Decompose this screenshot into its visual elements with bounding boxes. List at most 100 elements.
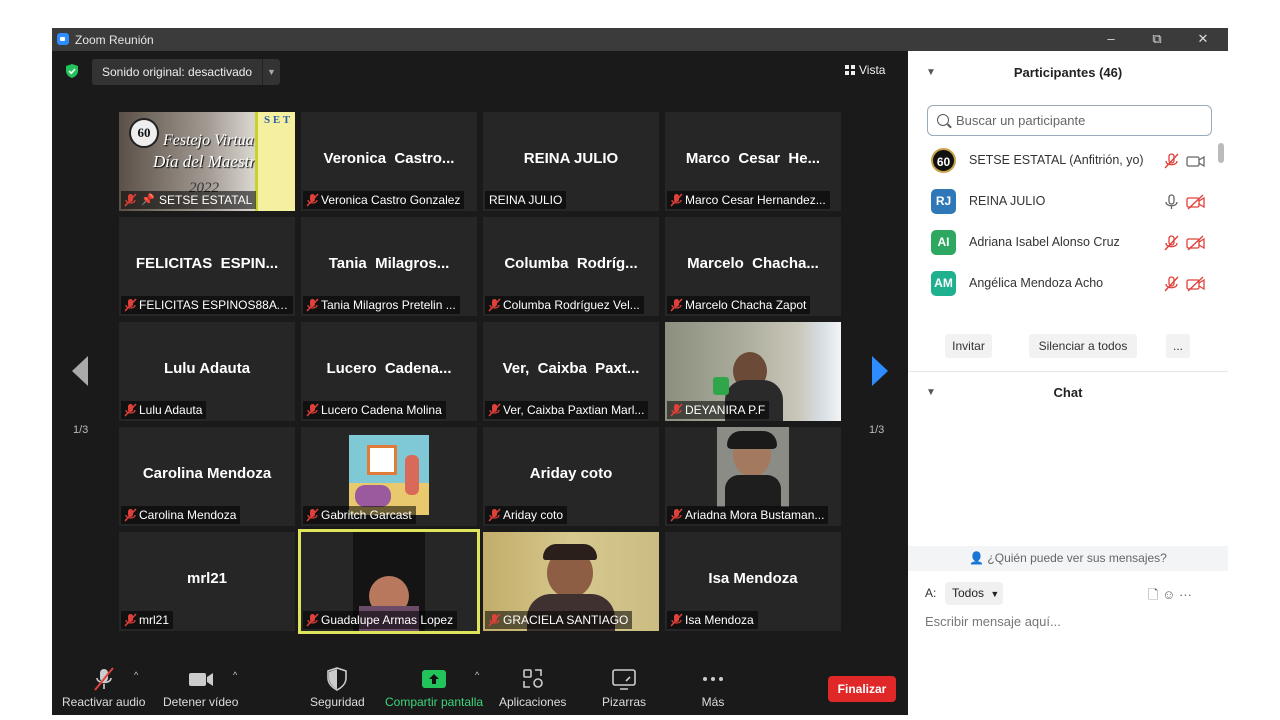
tile-label-text: GRACIELA SANTIAGO [503,613,629,627]
minimize-button[interactable]: – [1096,30,1126,48]
share-screen-button[interactable]: Compartir pantalla [385,666,483,709]
stop-video-button[interactable]: Detener vídeo [163,666,238,709]
view-button[interactable]: Vista [845,63,885,77]
muted-microphone-icon [93,667,114,691]
participant-tile[interactable]: Lulu Adauta Lulu Adauta [119,322,295,421]
participant-tile[interactable]: mrl21 mrl21 [119,532,295,631]
participants-header[interactable]: ▼ Participantes (46) [908,53,1228,93]
participant-tile[interactable]: Ariday coto Ariday coto [483,427,659,526]
tile-name-label: Guadalupe Armas Lopez [303,611,458,629]
whiteboards-button[interactable]: Pizarras [602,666,646,709]
participant-tile[interactable]: GRACIELA SANTIAGO [483,532,659,631]
share-screen-icon [422,670,447,688]
muted-mic-icon [488,508,501,522]
end-meeting-button[interactable]: Finalizar [828,676,896,702]
participant-row[interactable]: AI Adriana Isabel Alonso Cruz [908,223,1228,264]
participant-tile[interactable]: Columba Rodríg... Columba Rodríguez Vel..… [483,217,659,316]
banner-60-badge: 60 [129,118,159,148]
chevron-down-icon[interactable]: ▼ [262,59,280,85]
tile-display-name: Marco Cesar He... [685,150,821,167]
microphone-icon[interactable] [1163,194,1179,210]
apps-button[interactable]: Aplicaciones [499,666,566,709]
participant-row[interactable]: RJ REINA JULIO [908,182,1228,223]
security-shield-icon [327,667,348,691]
participant-tile[interactable]: Veronica Castro... Veronica Castro Gonzal… [301,112,477,211]
muted-mic-icon[interactable] [1163,235,1179,251]
participant-row[interactable]: 60 SETSE ESTATAL (Anfitrión, yo) [908,141,1228,182]
muted-mic-icon [124,403,137,417]
unmute-audio-label: Reactivar audio [62,695,146,709]
participant-tile[interactable]: Guadalupe Armas Lopez [298,529,480,634]
participant-list-scrollbar[interactable] [1218,141,1224,307]
video-camera-icon[interactable] [1186,153,1205,169]
participant-tile[interactable]: Marcelo Chacha... Marcelo Chacha Zapot [665,217,841,316]
participant-row[interactable]: AM Angélica Mendoza Acho [908,264,1228,305]
participant-row[interactable] [908,305,1228,307]
meeting-toolbar: Reactivar audio ^ Detener vídeo ^ Seguri… [52,660,908,715]
participant-search-input[interactable]: Buscar un participante [927,105,1212,136]
participants-more-button[interactable]: ... [1166,334,1190,358]
share-options-caret-icon[interactable]: ^ [475,670,479,680]
participant-avatar: RJ [931,189,956,214]
chat-recipient-dropdown[interactable]: Todos ▼ [945,582,1003,605]
encryption-shield-icon[interactable] [65,64,79,78]
unmute-audio-button[interactable]: Reactivar audio [62,666,145,709]
participant-tile[interactable]: FELICITAS ESPIN... FELICITAS ESPINOS88A P… [119,217,295,316]
invite-button[interactable]: Invitar [945,334,992,358]
tile-label-text: DEYANIRA P.F [685,403,766,417]
chat-header[interactable]: ▼ Chat [908,373,1228,413]
video-options-caret-icon[interactable]: ^ [233,670,237,680]
restore-button[interactable]: ⧉ [1142,30,1172,48]
mute-all-button[interactable]: Silenciar a todos [1029,334,1137,358]
tile-label-text: SETSE ESTATAL [159,193,253,207]
apps-label: Aplicaciones [499,695,567,709]
scrollbar-thumb[interactable] [1218,143,1224,163]
participant-tile[interactable]: DEYANIRA P.F [665,322,841,421]
tile-display-name: Ver, Caixba Paxt... [502,360,640,377]
collapse-chevron-icon[interactable]: ▼ [926,53,936,93]
audio-options-caret-icon[interactable]: ^ [134,670,138,680]
who-can-see-messages-link[interactable]: 👤 ¿Quién puede ver sus mensajes? [908,546,1228,571]
participant-tile[interactable]: 60 Festejo Virtual Día del Maestro 2022 S E … [119,112,295,211]
participant-tile[interactable]: Tania Milagros... Tania Milagros Pretelin… [301,217,477,316]
tile-label-text: Columba Rodríguez Vel... [503,298,640,312]
tile-label-text: Tania Milagros Pretelin ... [321,298,456,312]
participant-tile[interactable]: Gabritch Garcast [301,427,477,526]
tile-name-label: DEYANIRA P.F [667,401,770,419]
participant-tile[interactable]: Marco Cesar He... Marco Cesar Hernandez..… [665,112,841,211]
muted-mic-icon[interactable] [1163,276,1179,292]
more-dots-icon [703,677,723,681]
participant-tile[interactable]: Ver, Caixba Paxt... Ver, Caixba Paxtian M… [483,322,659,421]
muted-mic-icon [124,193,137,207]
participant-tile[interactable]: Carolina Mendoza Carolina Mendoza [119,427,295,526]
tile-name-label: Marcelo Chacha Zapot [667,296,811,314]
collapse-chevron-icon[interactable]: ▼ [926,373,936,413]
previous-page-arrow-icon[interactable] [71,356,89,386]
muted-mic-icon[interactable] [1163,153,1179,169]
tile-name-label: Lucero Cadena Molina [303,401,446,419]
tile-label-text: Lulu Adauta [139,403,203,417]
muted-mic-icon [306,508,319,522]
tile-name-label: Gabritch Garcast [303,506,416,524]
participant-avatar-image [349,435,429,515]
video-off-icon[interactable] [1186,276,1205,292]
more-button[interactable]: Más [700,666,726,709]
participant-name: REINA JULIO [969,194,1046,208]
chat-recipient-value: Todos [952,586,985,600]
video-off-icon[interactable] [1186,194,1205,210]
chat-message-input[interactable]: Escribir mensaje aquí... [925,614,1061,629]
close-button[interactable]: ✕ [1188,30,1218,48]
participant-tile[interactable]: REINA JULIO REINA JULIO [483,112,659,211]
tile-label-text: Marco Cesar Hernandez... [685,193,826,207]
original-sound-button[interactable]: Sonido original: desactivado ▼ [92,59,280,85]
participant-tile[interactable]: Ariadna Mora Bustaman... [665,427,841,526]
chat-tool-icons[interactable]: 🗋 ☺ ··· [1148,586,1192,608]
zoom-window: Zoom Reunión – ⧉ ✕ Sonido original: desa… [52,28,1228,715]
video-off-icon[interactable] [1186,235,1205,251]
muted-mic-icon [124,613,137,627]
security-button[interactable]: Seguridad [310,666,365,709]
tile-name-label: Isa Mendoza [667,611,758,629]
participant-tile[interactable]: Lucero Cadena... Lucero Cadena Molina [301,322,477,421]
next-page-arrow-icon[interactable] [871,356,889,386]
participant-tile[interactable]: Isa Mendoza Isa Mendoza [665,532,841,631]
